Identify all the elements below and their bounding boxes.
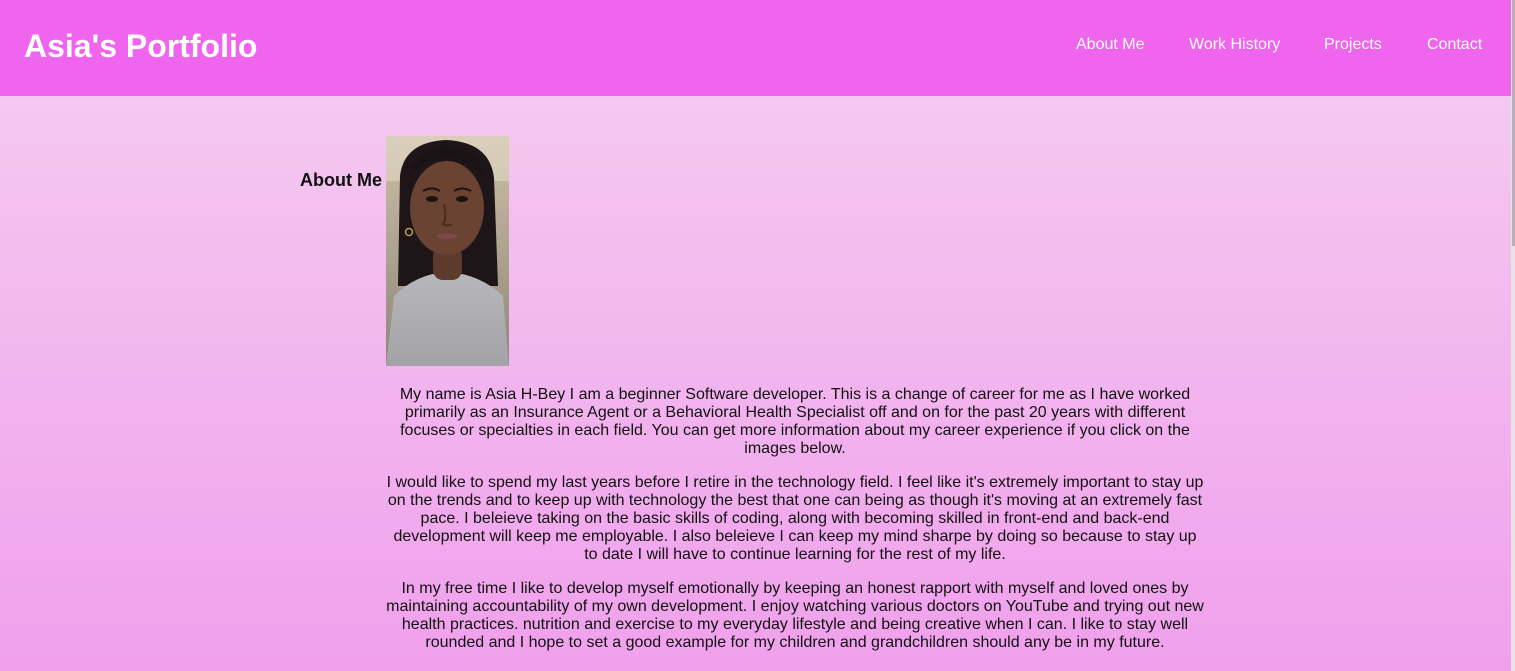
portrait-photo-icon — [386, 136, 509, 366]
about-paragraph-1: My name is Asia H-Bey I am a beginner So… — [399, 386, 1191, 457]
nav-contact[interactable]: Contact — [1427, 35, 1482, 55]
section-heading: About Me — [300, 169, 382, 190]
profile-photo — [386, 136, 509, 366]
about-paragraph-2: I would like to spend my last years befo… — [386, 474, 1204, 563]
about-paragraph-3: In my free time I like to develop myself… — [386, 580, 1204, 651]
nav-work-history[interactable]: Work History — [1189, 35, 1280, 55]
nav-about-me[interactable]: About Me — [1076, 35, 1144, 55]
nav-projects[interactable]: Projects — [1324, 35, 1382, 55]
site-title[interactable]: Asia's Portfolio — [24, 26, 257, 66]
site-header: Asia's Portfolio About Me Work History P… — [0, 0, 1515, 96]
